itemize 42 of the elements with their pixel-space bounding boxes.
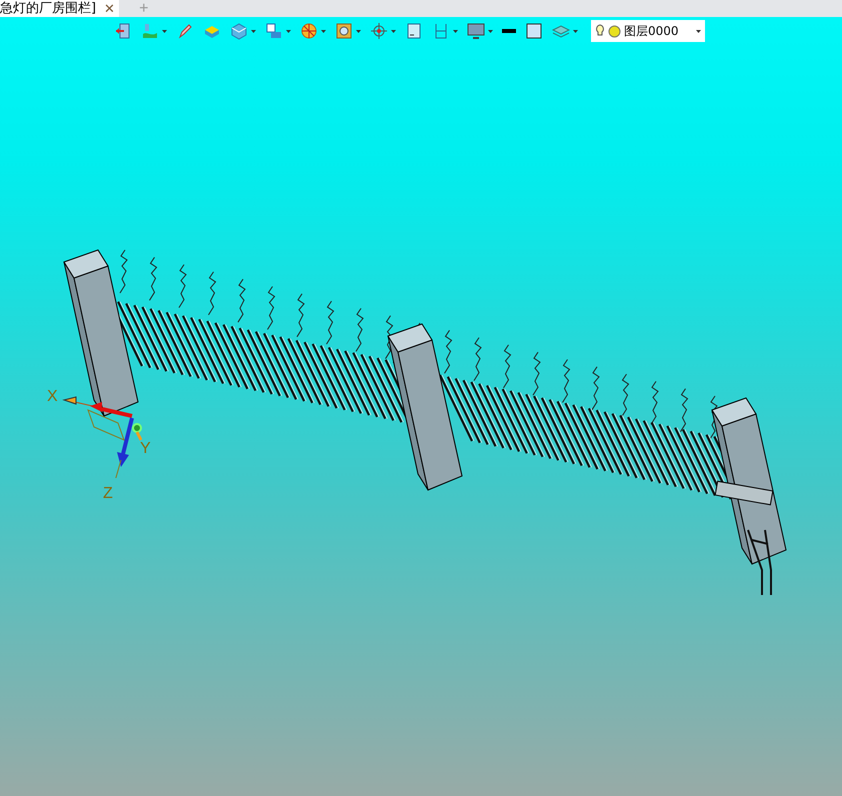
lightbulb-icon bbox=[595, 24, 605, 38]
axis-label: Z bbox=[103, 486, 113, 502]
toolbar-button[interactable] bbox=[114, 22, 132, 40]
view-cube-icon bbox=[265, 22, 283, 40]
toolbar-button[interactable] bbox=[230, 22, 256, 40]
pie-icon bbox=[300, 22, 318, 40]
caret-icon bbox=[356, 30, 361, 32]
pen-icon bbox=[176, 22, 194, 40]
layer-dropdown[interactable]: 图层0000 bbox=[591, 20, 705, 42]
axis-label: Y bbox=[140, 441, 151, 457]
exit-icon bbox=[114, 22, 132, 40]
crosshair-icon bbox=[370, 22, 388, 40]
toolbar-button[interactable] bbox=[525, 22, 543, 40]
caret-icon bbox=[286, 30, 291, 32]
caret-icon bbox=[696, 30, 701, 32]
caret-icon bbox=[251, 30, 256, 32]
fill-color-icon bbox=[525, 22, 543, 40]
cube-icon bbox=[230, 22, 248, 40]
toolbar-button[interactable] bbox=[300, 22, 326, 40]
caret-icon bbox=[488, 30, 493, 32]
toolbar-button[interactable] bbox=[370, 22, 396, 40]
line-weight-icon bbox=[502, 29, 516, 33]
frame-icon bbox=[405, 22, 423, 40]
layer-name: 图层0000 bbox=[624, 23, 679, 40]
caret-icon bbox=[453, 30, 458, 32]
toolbar-button[interactable] bbox=[335, 22, 361, 40]
toolbar-button[interactable] bbox=[467, 22, 493, 40]
close-button[interactable]: ✕ bbox=[104, 2, 116, 15]
sun-icon bbox=[608, 24, 621, 38]
monitor-icon bbox=[467, 22, 485, 40]
caret-icon bbox=[391, 30, 396, 32]
axis-label: X bbox=[47, 389, 58, 405]
toolbar-button[interactable] bbox=[405, 22, 423, 40]
tab-title: 急灯的厂房围栏] bbox=[0, 2, 96, 15]
zoom-icon bbox=[335, 22, 353, 40]
paint-icon bbox=[141, 22, 159, 40]
caret-icon bbox=[321, 30, 326, 32]
document-tab[interactable]: 急灯的厂房围栏] ✕ bbox=[0, 0, 120, 17]
caret-icon bbox=[573, 30, 578, 32]
toolbar-button[interactable] bbox=[265, 22, 291, 40]
caret-icon bbox=[162, 30, 167, 32]
toolbar-button[interactable] bbox=[176, 22, 194, 40]
